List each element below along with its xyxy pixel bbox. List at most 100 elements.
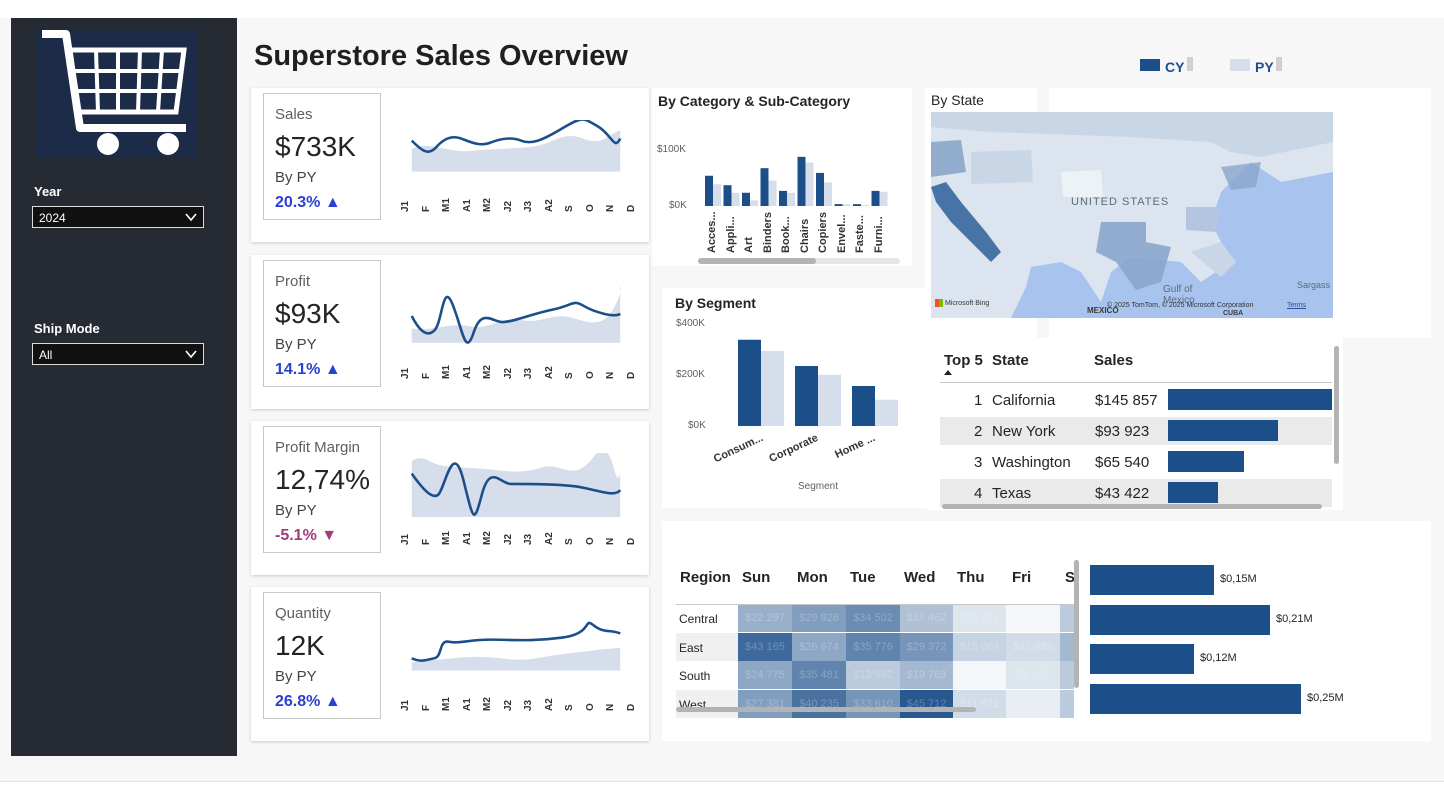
kpi-sparkline[interactable] (402, 120, 630, 184)
legend-py-swatch[interactable] (1230, 59, 1250, 71)
category-bar-py[interactable] (731, 192, 740, 206)
heatmap-column-header[interactable]: Region (680, 569, 731, 586)
category-scrollbar-thumb[interactable] (698, 258, 816, 264)
region-sales-bar[interactable] (1090, 604, 1270, 635)
heatmap-cell[interactable]: $24 775 (738, 661, 792, 689)
heatmap-cell[interactable]: $29 372 (900, 632, 953, 661)
heatmap-cell[interactable]: $19 763 (900, 661, 953, 689)
kpi-sparkline[interactable] (402, 453, 630, 517)
heatmap-cell[interactable]: $15 004 (953, 632, 1006, 661)
heatmap-cell[interactable]: $35 776 (846, 632, 900, 661)
category-bar-py[interactable] (805, 162, 814, 206)
chevron-down-icon (185, 350, 197, 359)
heatmap-cell[interactable]: $45 712 (900, 689, 953, 718)
heatmap-cell[interactable]: $4 372 (953, 661, 1006, 689)
top5-row[interactable]: 3 Washington $65 540 (940, 448, 1332, 476)
top5-row[interactable]: 2 New York $93 923 (940, 417, 1332, 445)
heatmap-cell[interactable] (1060, 689, 1074, 718)
category-bar-cy[interactable] (742, 192, 750, 206)
heatmap-cell[interactable]: $17 462 (900, 604, 953, 632)
heatmap-cell[interactable]: $22 297 (738, 604, 792, 632)
heatmap-cell[interactable]: $26 674 (792, 632, 846, 661)
month-tick-label: M1 (441, 198, 452, 212)
month-tick-label: O (584, 371, 596, 379)
heatmap-region-label[interactable]: East (679, 641, 703, 655)
map-terms-link[interactable]: Terms (1287, 302, 1306, 309)
category-bar-py[interactable] (879, 191, 888, 206)
category-bar-cy[interactable] (853, 204, 861, 206)
state-map[interactable]: UNITED STATES Gulf of Mexico Sargass MEX… (931, 112, 1333, 318)
top5-row[interactable]: 4 Texas $43 422 (940, 479, 1332, 507)
heatmap-cell[interactable]: $10 011 (953, 604, 1006, 632)
heatmap-horizontal-scrollbar[interactable] (676, 707, 976, 712)
top5-row[interactable]: 1 California $145 857 (940, 386, 1332, 414)
heatmap-cell[interactable] (1060, 604, 1074, 632)
heatmap-column-header[interactable]: Fri (1012, 569, 1031, 586)
category-bar-py[interactable] (842, 204, 851, 206)
heatmap-cell[interactable]: $13 562 (846, 661, 900, 689)
top5-vertical-scrollbar[interactable] (1334, 346, 1339, 464)
category-bar-cy[interactable] (871, 190, 880, 206)
ship-mode-dropdown[interactable]: All (32, 343, 204, 365)
cart-logo (36, 30, 198, 158)
segment-bar-cy[interactable] (795, 366, 818, 426)
category-bar-cy[interactable] (834, 204, 843, 206)
heatmap-cell[interactable]: $33 610 (846, 689, 900, 718)
heatmap-cell[interactable]: $43 165 (738, 632, 792, 661)
heatmap-cell[interactable]: $27 381 (738, 689, 792, 718)
legend-cy-swatch[interactable] (1140, 59, 1160, 71)
category-bar-py[interactable] (824, 182, 832, 206)
heatmap-cell[interactable]: $40 235 (792, 689, 846, 718)
heatmap-cell[interactable]: $7 393 (1006, 689, 1060, 718)
category-bar-cy[interactable] (816, 172, 824, 206)
region-sales-bar[interactable] (1090, 565, 1214, 595)
segment-bar-py[interactable] (761, 351, 784, 426)
category-bar-py[interactable] (861, 205, 869, 206)
heatmap-cell[interactable]: $11 672 (953, 689, 1006, 718)
heatmap-cell[interactable]: $2 483 (1006, 604, 1060, 632)
segment-bar-cy[interactable] (852, 386, 875, 426)
heatmap-cell[interactable]: $29 926 (792, 604, 846, 632)
category-bar-py[interactable] (750, 200, 758, 206)
category-scrollbar-track[interactable] (698, 258, 900, 264)
segment-bar-chart[interactable] (730, 325, 905, 427)
year-dropdown[interactable]: 2024 (32, 206, 204, 228)
kpi-sparkline[interactable] (402, 619, 630, 683)
top5-header-rank[interactable]: Top 5 (944, 352, 983, 369)
heatmap-cell[interactable]: $35 481 (792, 661, 846, 689)
heatmap-column-header[interactable]: Thu (957, 569, 985, 586)
top5-horizontal-scrollbar[interactable] (942, 504, 1322, 509)
top5-state: California (992, 392, 1056, 409)
category-bar-cy[interactable] (779, 190, 787, 206)
heatmap-region-label[interactable]: South (679, 669, 710, 683)
map-cuba-label: CUBA (1223, 310, 1244, 317)
heatmap-cell[interactable]: $34 502 (846, 604, 900, 632)
heatmap-column-header[interactable]: Sun (742, 569, 770, 586)
heatmap-vertical-scrollbar[interactable] (1074, 560, 1079, 688)
region-sales-bar[interactable] (1090, 683, 1301, 714)
category-bar-cy[interactable] (797, 156, 806, 206)
segment-bar-py[interactable] (875, 399, 898, 426)
kpi-sparkline[interactable] (402, 287, 630, 351)
heatmap-column-header[interactable]: Tue (850, 569, 876, 586)
heatmap-cell[interactable]: $9 432 (1006, 661, 1060, 689)
category-bar-cy[interactable] (705, 175, 713, 206)
region-sales-bar[interactable] (1090, 644, 1194, 674)
heatmap-cell[interactable] (1060, 632, 1074, 661)
top5-header-sales[interactable]: Sales (1094, 352, 1133, 369)
heatmap-column-header[interactable]: Wed (904, 569, 935, 586)
segment-bar-py[interactable] (818, 374, 841, 426)
segment-bar-cy[interactable] (738, 339, 761, 426)
heatmap-region-label[interactable]: Central (679, 612, 718, 626)
category-bar-chart[interactable] (700, 140, 900, 210)
top5-header-state[interactable]: State (992, 352, 1029, 369)
category-bar-py[interactable] (787, 192, 795, 206)
category-chart-title: By Category & Sub-Category (658, 93, 851, 109)
heatmap-cell[interactable]: $12 889 (1006, 632, 1060, 661)
category-bar-cy[interactable] (723, 185, 732, 206)
category-bar-cy[interactable] (760, 168, 769, 206)
category-bar-py[interactable] (768, 180, 777, 206)
heatmap-column-header[interactable]: Mon (797, 569, 828, 586)
category-bar-py[interactable] (713, 184, 721, 206)
heatmap-cell[interactable] (1060, 661, 1074, 689)
